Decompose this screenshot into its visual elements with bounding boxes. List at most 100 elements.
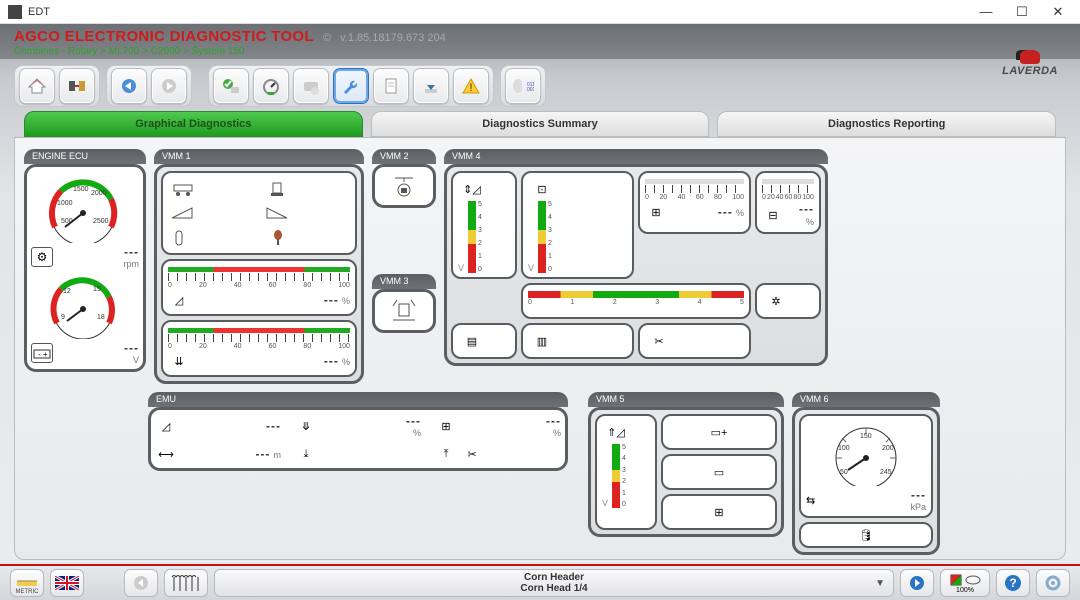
dropdown-icon: ▼ [875, 578, 885, 589]
tab-diagnostics-reporting[interactable]: Diagnostics Reporting [717, 111, 1056, 137]
app-version: v.1.85.18179.673 204 [340, 32, 446, 44]
vertical-adjust-icon: ⇕◿ [458, 177, 486, 201]
auger-icon: ▭ [705, 460, 733, 484]
fan-icon: ✲ [762, 289, 790, 313]
brand-name: LAVERDA [1002, 65, 1058, 77]
rotor-loss-icon: ⊞ [435, 416, 457, 436]
concave-icon: ⊟ [762, 205, 784, 225]
close-button[interactable]: ✕ [1040, 1, 1076, 23]
home-button[interactable] [19, 68, 55, 104]
svg-text:1000: 1000 [57, 200, 73, 207]
hydraulic-icon: ⇆ [806, 494, 815, 507]
svg-text:18: 18 [97, 314, 105, 321]
rpm-value: --- [59, 245, 139, 259]
settings-button[interactable] [1036, 569, 1070, 597]
lock-icon [389, 172, 419, 200]
ramp-down-icon [168, 202, 198, 224]
svg-text:9: 9 [61, 314, 65, 321]
lift-icon: ⇑◿ [602, 420, 630, 444]
battery-icon: - + [31, 343, 53, 363]
header-line2: Corn Head 1/4 [520, 583, 587, 594]
chaffer-icon: ▤ [458, 329, 486, 353]
volt-value: --- [59, 341, 139, 355]
connect-button[interactable] [59, 68, 95, 104]
width-icon: ⟷ [155, 444, 177, 464]
rotor-icon: ⊞ [645, 202, 667, 222]
module-title-vmm6: VMM 6 [792, 392, 940, 407]
angle-icon: ◿ [155, 416, 177, 436]
module-title-vmm3: VMM 3 [372, 274, 436, 289]
language-button[interactable] [50, 569, 84, 597]
pressure-gauge: 50 100 150 200 245 [806, 420, 926, 486]
maximize-button[interactable]: ☐ [1004, 1, 1040, 23]
svg-text:12: 12 [63, 288, 71, 295]
header-line1: Corn Header [524, 572, 584, 583]
header-selector[interactable]: Corn Header Corn Head 1/4 ▼ [214, 569, 894, 597]
binary-button[interactable]: 0110100100 [505, 68, 541, 104]
svg-text:100: 100 [838, 445, 850, 452]
svg-text:245: 245 [880, 469, 892, 476]
volt-unit: V [59, 355, 139, 365]
svg-text:- +: - + [38, 350, 48, 359]
zoom-indicator[interactable]: 100% [940, 569, 990, 597]
svg-text:2500: 2500 [93, 218, 109, 225]
lever-icon [263, 227, 293, 249]
module-title-vmm4: VMM 4 [444, 149, 828, 164]
svg-text:200: 200 [882, 445, 894, 452]
app-title: AGCO ELECTRONIC DIAGNOSTIC TOOL [14, 28, 314, 45]
rpm-unit: rpm [59, 259, 139, 269]
cutter-icon: ✂ [645, 329, 673, 353]
check-button[interactable] [213, 68, 249, 104]
warning-button[interactable]: ! [453, 68, 489, 104]
next-page-button[interactable] [900, 569, 934, 597]
prev-page-button[interactable] [124, 569, 158, 597]
window-title: EDT [28, 6, 968, 18]
rpm-gauge: 500 1000 1500 2000 2500 [31, 171, 135, 243]
oil-icon: 🛢 [852, 523, 880, 547]
header-height-icon: ◿ [168, 290, 190, 310]
app-icon [8, 5, 22, 19]
module-title-vmm5: VMM 5 [588, 392, 784, 407]
svg-text:?: ? [1009, 576, 1016, 590]
machine-icon [168, 177, 198, 199]
module-title-engine: ENGINE ECU [24, 149, 146, 164]
module-title-vmm2: VMM 2 [372, 149, 436, 164]
wrench-button[interactable] [333, 68, 369, 104]
help-button[interactable]: ? [996, 569, 1030, 597]
gauge-button[interactable] [253, 68, 289, 104]
engine-icon: ⚙ [31, 247, 53, 267]
svg-text:1500: 1500 [73, 186, 89, 193]
minimize-button[interactable]: — [968, 1, 1004, 23]
moisture-icon: ⤒ [435, 444, 457, 464]
grain-tank-icon: ⊞ [705, 500, 733, 524]
ramp-up-icon [263, 202, 293, 224]
svg-text:2000: 2000 [91, 190, 107, 197]
header-loss-icon: ⤋ [295, 416, 317, 436]
download-button[interactable] [413, 68, 449, 104]
tab-graphical-diagnostics[interactable]: Graphical Diagnostics [24, 111, 363, 137]
reel-icon: ⇊ [168, 351, 190, 371]
pedal-icon [168, 227, 198, 249]
seat-icon [263, 177, 293, 199]
forward-button[interactable] [151, 68, 187, 104]
device-button[interactable] [293, 68, 329, 104]
yield-icon: ⤓ [295, 444, 317, 464]
unload-icon: ▭+ [705, 420, 733, 444]
sieve-icon: ⊡ [528, 177, 556, 201]
scissors-icon: ✂ [461, 444, 483, 464]
app-copyright: © [323, 32, 331, 44]
brand-logo: LAVERDA [1002, 50, 1058, 77]
module-title-vmm1: VMM 1 [154, 149, 364, 164]
metric-button[interactable]: METRIC [10, 569, 44, 597]
svg-text:15: 15 [93, 286, 101, 293]
back-button[interactable] [111, 68, 147, 104]
svg-text:150: 150 [860, 433, 872, 440]
voltage-gauge: 9 12 15 18 [31, 269, 135, 339]
spreader-icon [389, 298, 419, 324]
tab-diagnostics-summary[interactable]: Diagnostics Summary [371, 111, 710, 137]
header-type-button[interactable] [164, 569, 208, 597]
svg-text:!: ! [469, 82, 472, 94]
module-title-emu: EMU [148, 392, 568, 407]
breadcrumb: Combines - Rotary > ML700 > C2000 > Syst… [14, 46, 1066, 57]
document-button[interactable] [373, 68, 409, 104]
